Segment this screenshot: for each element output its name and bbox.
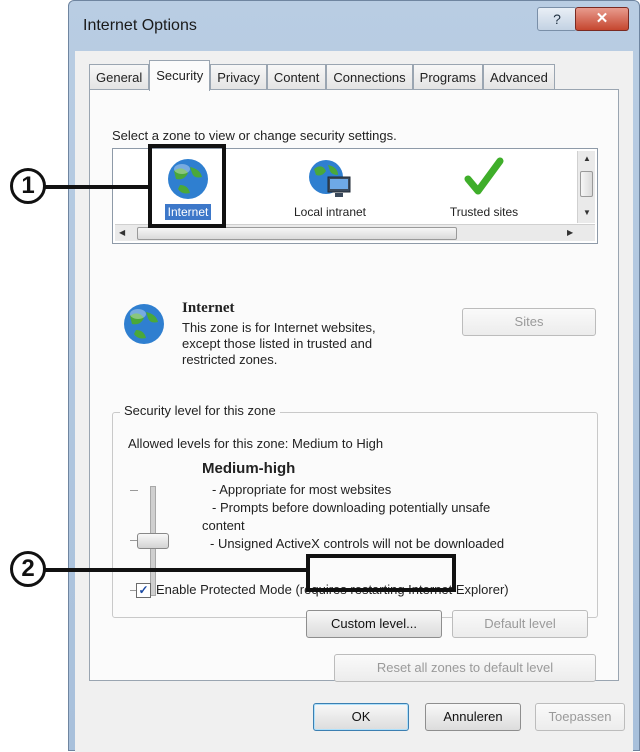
tab-connections[interactable]: Connections <box>326 64 413 90</box>
apply-button[interactable]: Toepassen <box>535 703 625 731</box>
zone-local-intranet[interactable]: Local intranet <box>275 153 385 223</box>
zone-description-line-1: This zone is for Internet websites, <box>182 320 376 335</box>
default-level-button[interactable]: Default level <box>452 610 588 638</box>
zone-local-intranet-label: Local intranet <box>293 205 367 219</box>
protected-mode-checkbox[interactable]: ✓ <box>136 583 151 598</box>
local-intranet-icon <box>309 160 351 197</box>
reset-all-zones-button[interactable]: Reset all zones to default level <box>334 654 596 682</box>
tab-advanced[interactable]: Advanced <box>483 64 555 90</box>
checkmark-icon <box>464 157 504 195</box>
zone-title: Internet <box>182 300 235 316</box>
security-level-desc-2: - Prompts before downloading potentially… <box>212 500 491 515</box>
zone-trusted-sites[interactable]: Trusted sites <box>429 153 539 223</box>
tab-strip: General Security Privacy Content Connect… <box>89 60 555 91</box>
callout-2-badge: 2 <box>10 551 46 587</box>
scroll-left-arrow-icon[interactable]: ◀ <box>119 228 125 237</box>
window-title: Internet Options <box>83 17 197 34</box>
globe-icon <box>124 304 164 344</box>
zone-prompt: Select a zone to view or change security… <box>112 128 397 143</box>
security-level-desc-3: content <box>202 518 245 533</box>
sites-button[interactable]: Sites <box>462 308 596 336</box>
slider-tick <box>130 490 138 491</box>
cancel-button[interactable]: Annuleren <box>425 703 521 731</box>
callout-1-leader-line <box>40 185 150 189</box>
security-level-group-label: Security level for this zone <box>120 403 280 418</box>
security-level-desc-4: - Unsigned ActiveX controls will not be … <box>210 536 505 551</box>
callout-1-highlight <box>148 144 226 228</box>
scroll-up-arrow-icon[interactable]: ▲ <box>583 154 591 163</box>
security-level-name: Medium-high <box>202 460 296 477</box>
tab-programs[interactable]: Programs <box>412 64 484 90</box>
callout-2-highlight <box>306 554 456 592</box>
custom-level-button[interactable]: Custom level... <box>306 610 442 638</box>
tab-general[interactable]: General <box>89 64 150 90</box>
security-level-slider-thumb[interactable] <box>137 533 169 549</box>
title-bar[interactable]: Internet Options ? ✕ <box>69 1 639 51</box>
allowed-levels-label: Allowed levels for this zone: Medium to … <box>128 436 384 451</box>
tab-privacy[interactable]: Privacy <box>210 64 267 90</box>
tab-content[interactable]: Content <box>266 64 327 90</box>
ok-button[interactable]: OK <box>313 703 409 731</box>
internet-options-window: Internet Options ? ✕ General Security Pr… <box>68 0 640 752</box>
callout-2-leader-line <box>40 568 308 572</box>
vertical-scroll-thumb[interactable] <box>580 171 593 197</box>
zone-description-line-2: except those listed in trusted and <box>182 336 373 351</box>
horizontal-scroll-thumb[interactable] <box>137 227 457 240</box>
scroll-right-arrow-icon[interactable]: ▶ <box>567 228 573 237</box>
zone-list-vertical-scrollbar[interactable]: ▲ ▼ <box>577 151 595 223</box>
security-level-desc-1: - Appropriate for most websites <box>212 482 392 497</box>
zone-description-line-3: restricted zones. <box>182 352 278 367</box>
help-button[interactable]: ? <box>537 7 577 31</box>
callout-1-badge: 1 <box>10 168 46 204</box>
zone-trusted-sites-label: Trusted sites <box>449 205 519 219</box>
scroll-down-arrow-icon[interactable]: ▼ <box>583 208 591 217</box>
tab-security[interactable]: Security <box>149 60 211 91</box>
close-button[interactable]: ✕ <box>575 7 629 31</box>
